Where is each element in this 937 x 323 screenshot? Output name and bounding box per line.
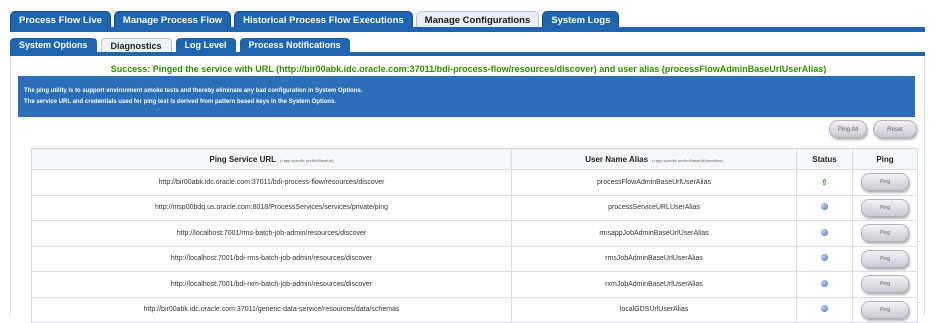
info-line-2: The service URL and credentials used for… bbox=[24, 99, 336, 105]
status-cell bbox=[796, 271, 853, 298]
header-status: Status bbox=[796, 148, 853, 170]
service-url-cell: http://localhost:7001/rms-batch-job-admi… bbox=[31, 220, 512, 247]
status-unknown-icon bbox=[821, 203, 828, 211]
table-row: http://bir00abk.idc.oracle.com:37011/gen… bbox=[31, 296, 918, 323]
ping-button[interactable]: Ping bbox=[861, 300, 909, 319]
ping-button[interactable]: Ping bbox=[861, 275, 909, 294]
top-tab-bar bbox=[10, 27, 925, 32]
header-url-hint: (<app specific prefix>BaseUrl) bbox=[280, 157, 334, 163]
user-alias-cell: processFlowAdminBaseUrlUserAlias bbox=[511, 169, 797, 196]
success-message: Success: Pinged the service with URL (ht… bbox=[110, 64, 827, 74]
subtab-diagnostics[interactable]: Diagnostics bbox=[100, 38, 172, 53]
status-cell bbox=[796, 194, 853, 221]
info-banner: The ping utility is to support environme… bbox=[18, 76, 915, 117]
reset-button[interactable]: Reset bbox=[873, 120, 917, 138]
ping-cell: Ping bbox=[852, 296, 918, 323]
status-unknown-icon bbox=[821, 305, 828, 313]
tab-manage-configurations[interactable]: Manage Configurations bbox=[415, 11, 540, 28]
service-url-cell: http://msp00bdq.us.oracle.com:8018/Proce… bbox=[31, 194, 512, 221]
table-header-row: Ping Service URL (<app specific prefix>Ba… bbox=[31, 148, 918, 170]
subtab-log-level[interactable]: Log Level bbox=[175, 38, 236, 53]
sub-tabs: System Options Diagnostics Log Level Proces… bbox=[10, 38, 354, 53]
subtab-system-options[interactable]: System Options bbox=[10, 38, 97, 53]
tab-system-logs[interactable]: System Logs bbox=[542, 11, 620, 28]
table-row: http://localhost:7001/bdi-rxm-batch-job-… bbox=[31, 271, 918, 298]
ping-button[interactable]: Ping bbox=[861, 249, 909, 268]
tab-historical-process-flow-executions[interactable]: Historical Process Flow Executions bbox=[234, 11, 413, 28]
status-unknown-icon bbox=[821, 254, 828, 262]
table-row: http://localhost:7001/bdi-rms-batch-job-… bbox=[31, 245, 918, 272]
ping-table: Ping Service URL (<app specific prefix>Ba… bbox=[31, 148, 918, 323]
table-row: http://localhost:7001/rms-batch-job-admi… bbox=[31, 220, 918, 247]
user-alias-cell: localGDSUrlUserAlias bbox=[511, 296, 797, 323]
ping-cell: Ping bbox=[852, 220, 918, 247]
user-alias-cell: rmsJobAdminBaseUrlUserAlias bbox=[511, 245, 797, 272]
header-ping: Ping bbox=[852, 148, 918, 170]
service-url-cell: http://bir00abk.idc.oracle.com:37011/gen… bbox=[31, 296, 512, 323]
service-url-cell: http://localhost:7001/bdi-rms-batch-job-… bbox=[31, 245, 512, 272]
table-row: http://msp00bdq.us.oracle.com:8018/Proce… bbox=[31, 194, 918, 221]
user-alias-cell: rmsappJobAdminBaseUrlUserAlias bbox=[511, 220, 797, 247]
user-alias-cell: processServiceURLUserAlias bbox=[511, 194, 797, 221]
ping-button[interactable]: Ping bbox=[861, 173, 909, 192]
ping-all-button[interactable]: Ping All bbox=[829, 120, 867, 138]
tab-manage-process-flow[interactable]: Manage Process Flow bbox=[113, 11, 232, 28]
top-tabs: Process Flow Live Manage Process Flow Hist… bbox=[10, 11, 622, 28]
user-alias-cell: rxmJobAdminBaseUrlUserAlias bbox=[511, 271, 797, 298]
header-ping-service-url: Ping Service URL (<app specific prefix>Ba… bbox=[31, 148, 512, 170]
status-up-arrow-icon: ⇧ bbox=[821, 177, 828, 187]
service-url-cell: http://bir00abk.idc.oracle.com:37011/bdi… bbox=[31, 169, 512, 196]
ping-button[interactable]: Ping bbox=[861, 198, 909, 217]
ping-cell: Ping bbox=[852, 169, 918, 196]
ping-cell: Ping bbox=[852, 194, 918, 221]
info-line-1: The ping utility is to support environme… bbox=[24, 88, 363, 94]
header-user-name-alias: User Name Alias (<app specific prefix>Bas… bbox=[511, 148, 797, 170]
subtab-process-notifications[interactable]: Process Notifications bbox=[239, 38, 350, 53]
status-unknown-icon bbox=[821, 279, 828, 287]
status-cell bbox=[796, 245, 853, 272]
status-cell bbox=[796, 296, 853, 323]
header-alias-hint: (<app specific prefix>BaseUrlUserAlias) bbox=[652, 157, 723, 163]
header-alias-label: User Name Alias bbox=[585, 154, 649, 164]
status-cell: ⇧ bbox=[796, 169, 853, 196]
header-url-label: Ping Service URL bbox=[209, 154, 277, 164]
ping-cell: Ping bbox=[852, 271, 918, 298]
status-cell bbox=[796, 220, 853, 247]
ping-button[interactable]: Ping bbox=[861, 224, 909, 243]
status-unknown-icon bbox=[821, 228, 828, 236]
table-row: http://bir00abk.idc.oracle.com:37011/bdi… bbox=[31, 169, 918, 196]
ping-cell: Ping bbox=[852, 245, 918, 272]
service-url-cell: http://localhost:7001/bdi-rxm-batch-job-… bbox=[31, 271, 512, 298]
tab-process-flow-live[interactable]: Process Flow Live bbox=[10, 11, 111, 28]
